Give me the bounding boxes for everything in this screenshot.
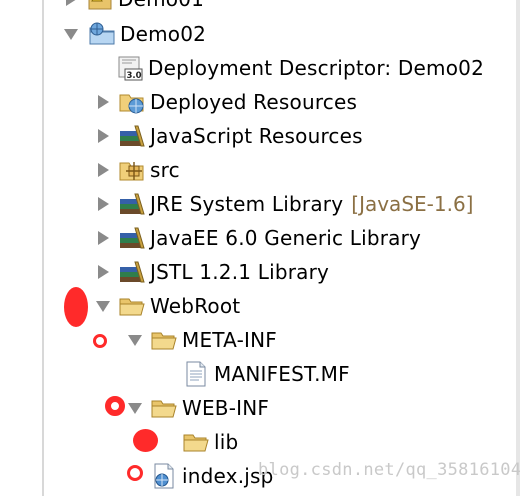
folder-open-icon xyxy=(118,292,146,320)
tree-item-label: Demo01 xyxy=(118,0,204,11)
tree-item-label: src xyxy=(150,158,180,182)
tree-row-jre-system-library[interactable]: JRE System Library [JavaSE-1.6] xyxy=(94,187,473,221)
project-warning-icon xyxy=(86,0,114,13)
tree-item-label: WebRoot xyxy=(150,294,241,318)
deployed-resources-folder-icon xyxy=(118,88,146,116)
library-icon xyxy=(118,190,146,218)
expand-toggle[interactable] xyxy=(94,255,112,289)
tree-row-jstl-library[interactable]: JSTL 1.2.1 Library xyxy=(94,255,329,289)
annotation-mark xyxy=(93,334,107,348)
tree-item-label: JavaScript Resources xyxy=(150,124,363,148)
jsp-file-icon xyxy=(150,462,178,490)
tree-row-web-inf[interactable]: WEB-INF xyxy=(126,391,269,425)
folder-open-icon xyxy=(150,326,178,354)
tree-item-label: JavaEE 6.0 Generic Library xyxy=(150,226,422,250)
text-file-icon xyxy=(182,360,210,388)
tree-row-manifest[interactable]: MANIFEST.MF xyxy=(180,357,350,391)
jre-version-decoration: [JavaSE-1.6] xyxy=(351,192,474,216)
tree-row-meta-inf[interactable]: META-INF xyxy=(126,323,277,357)
folder-open-icon xyxy=(150,394,178,422)
svg-text:3.0: 3.0 xyxy=(127,71,142,81)
web-project-icon xyxy=(88,20,116,48)
expand-toggle[interactable] xyxy=(94,85,112,119)
tree-item-label: lib xyxy=(214,430,239,454)
collapse-toggle[interactable] xyxy=(126,391,144,425)
collapse-toggle[interactable] xyxy=(94,289,112,323)
package-folder-icon xyxy=(118,156,146,184)
tree-item-label: JRE System Library xyxy=(150,192,344,216)
annotation-mark xyxy=(133,429,158,452)
tree-item-label: Deployed Resources xyxy=(150,90,358,114)
tree-row-src[interactable]: src xyxy=(94,153,180,187)
deployment-descriptor-icon: 3.0 xyxy=(116,54,144,82)
expand-toggle[interactable] xyxy=(94,153,112,187)
collapse-toggle[interactable] xyxy=(126,323,144,357)
tree-item-label: MANIFEST.MF xyxy=(214,362,350,386)
annotation-mark xyxy=(64,287,88,327)
tree-row-lib[interactable]: lib xyxy=(176,425,238,459)
tree-row-index-jsp[interactable]: index.jsp xyxy=(144,459,274,493)
tree-row-demo01[interactable]: Demo01 xyxy=(62,0,204,16)
annotation-mark xyxy=(127,465,143,481)
library-icon xyxy=(118,224,146,252)
tree-row-webroot[interactable]: WebRoot xyxy=(94,289,240,323)
expand-toggle[interactable] xyxy=(62,0,80,16)
project-label: Demo02 xyxy=(120,22,207,46)
view-right-edge xyxy=(516,0,520,496)
library-icon xyxy=(118,122,146,150)
collapse-toggle[interactable] xyxy=(62,17,80,51)
library-icon xyxy=(118,258,146,286)
tree-row-demo02[interactable]: Demo02 xyxy=(62,17,206,51)
tree-item-label: JSTL 1.2.1 Library xyxy=(150,260,330,284)
tree-row-javascript-resources[interactable]: JavaScript Resources xyxy=(94,119,363,153)
gutter-divider xyxy=(42,0,44,496)
editor-gutter xyxy=(0,0,44,496)
tree-row-javaee-library[interactable]: JavaEE 6.0 Generic Library xyxy=(94,221,421,255)
expand-toggle[interactable] xyxy=(94,187,112,221)
tree-item-label: Deployment Descriptor: Demo02 xyxy=(148,56,485,80)
folder-open-icon xyxy=(182,428,210,456)
tree-item-label: META-INF xyxy=(182,328,277,352)
tree-item-label: WEB-INF xyxy=(182,396,270,420)
expand-toggle[interactable] xyxy=(94,221,112,255)
expand-toggle[interactable] xyxy=(94,119,112,153)
tree-row-deployment-descriptor[interactable]: 3.0 Deployment Descriptor: Demo02 xyxy=(114,51,484,85)
watermark: blog.csdn.net/qq_35816104 xyxy=(258,460,520,480)
annotation-mark xyxy=(105,396,125,416)
tree-row-deployed-resources[interactable]: Deployed Resources xyxy=(94,85,357,119)
